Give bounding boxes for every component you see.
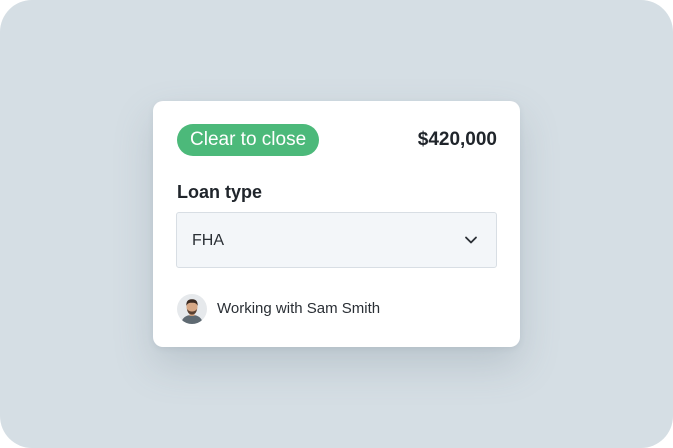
- loan-type-select[interactable]: FHA: [176, 212, 497, 268]
- agent-info: Working with Sam Smith: [177, 293, 380, 324]
- status-badge: Clear to close: [177, 124, 320, 156]
- loan-type-label: Loan type: [177, 182, 263, 202]
- avatar: [177, 293, 207, 324]
- avatar-icon: [177, 293, 207, 324]
- agent-name-text: Working with Sam Smith: [217, 300, 381, 317]
- loan-type-selected-value: FHA: [192, 232, 224, 249]
- chevron-down-icon: [465, 236, 477, 244]
- loan-amount: $420,000: [417, 129, 497, 150]
- loan-card: Clear to close $420,000 Loan type FHA Wo…: [153, 101, 520, 347]
